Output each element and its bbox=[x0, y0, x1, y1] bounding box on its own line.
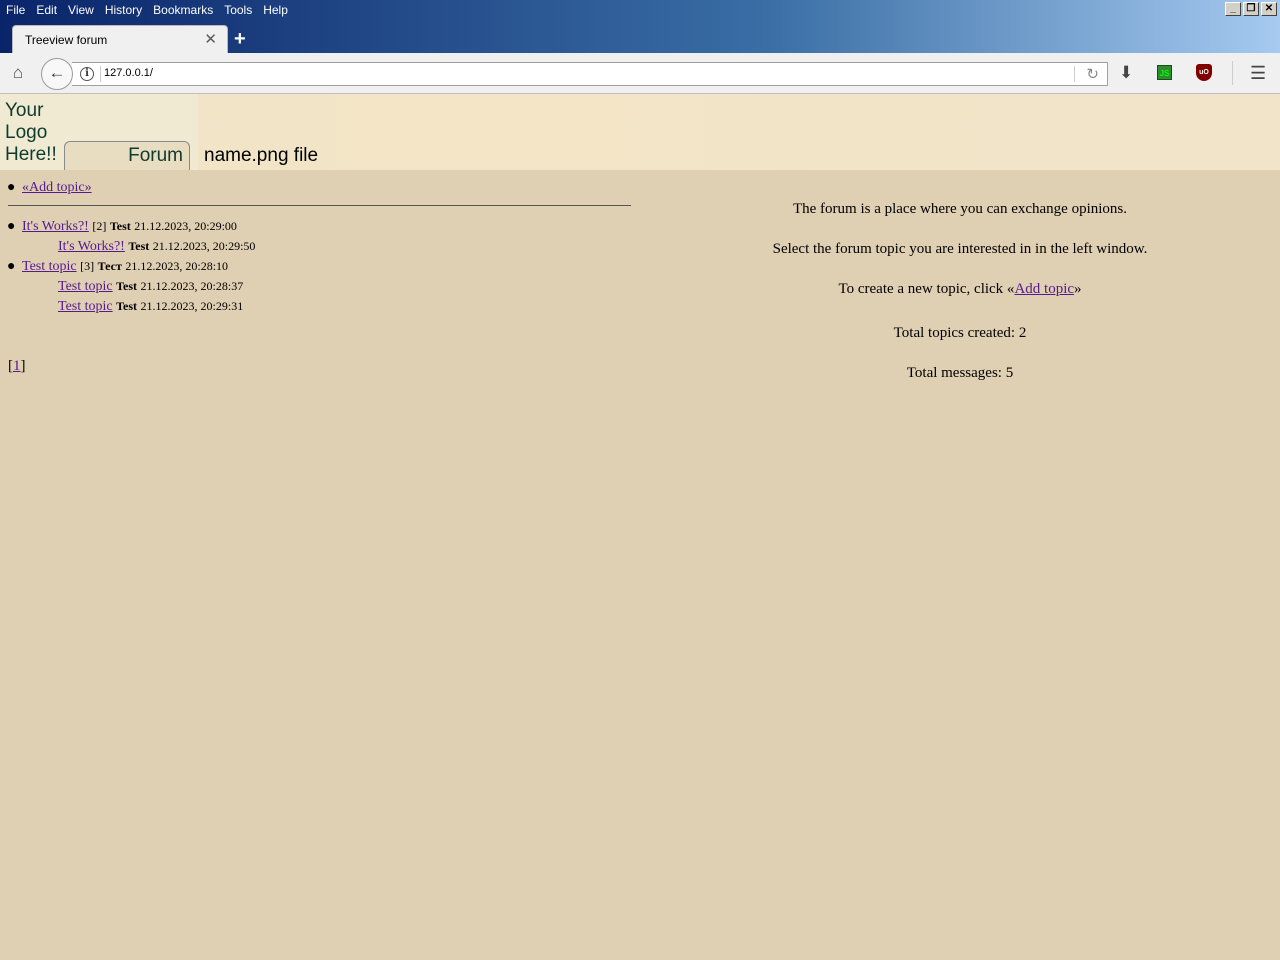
reply-date: 21.12.2023, 20:29:31 bbox=[140, 299, 244, 313]
nav-bar: ⌂ i ↻ ← bbox=[0, 53, 1280, 94]
total-topics: Total topics created: 2 bbox=[893, 325, 1027, 341]
url-separator-right bbox=[1074, 66, 1075, 82]
close-window-icon[interactable]: ✕ bbox=[1261, 2, 1277, 16]
divider bbox=[8, 205, 631, 206]
new-tab-icon[interactable]: + bbox=[234, 28, 246, 51]
menu-help[interactable]: Help bbox=[257, 0, 293, 20]
info-icon[interactable]: i bbox=[80, 67, 94, 81]
info-line-3: To create a new topic, click «Add topic» bbox=[640, 281, 1280, 298]
topic-author: Test bbox=[109, 219, 131, 233]
topic-count: [2] bbox=[92, 219, 107, 233]
home-icon[interactable]: ⌂ bbox=[8, 63, 28, 83]
add-topic-link[interactable]: «Add topic» bbox=[22, 180, 92, 195]
tab-close-icon[interactable]: ✕ bbox=[204, 30, 217, 48]
topic-link[interactable]: It's Works?! bbox=[22, 219, 89, 234]
menu-bookmarks[interactable]: Bookmarks bbox=[147, 0, 218, 20]
window-controls: _ ❐ ✕ bbox=[1225, 2, 1277, 16]
list-item: It's Works?! Test 21.12.2023, 20:29:50 bbox=[58, 239, 255, 255]
info-line-2: Select the forum topic you are intereste… bbox=[772, 241, 1148, 257]
minimize-icon[interactable]: _ bbox=[1225, 2, 1241, 16]
topic-date: 21.12.2023, 20:29:00 bbox=[134, 219, 237, 233]
forum-tab-label: Forum bbox=[128, 145, 183, 166]
reply-author: Test bbox=[116, 279, 138, 293]
url-bar[interactable]: i ↻ bbox=[72, 62, 1108, 86]
download-icon[interactable]: ⬇ bbox=[1119, 63, 1133, 83]
menu-bar: File Edit View History Bookmarks Tools H… bbox=[0, 0, 293, 20]
list-item: Test topic Test 21.12.2023, 20:29:31 bbox=[58, 299, 243, 315]
tab-title: Treeview forum bbox=[25, 33, 108, 47]
menu-history[interactable]: History bbox=[99, 0, 147, 20]
forum-tab[interactable]: Forum bbox=[64, 141, 190, 170]
total-messages: Total messages: 5 bbox=[906, 365, 1014, 381]
menu-view[interactable]: View bbox=[62, 0, 99, 20]
reply-author: Test bbox=[128, 239, 150, 253]
page-link[interactable]: 1 bbox=[13, 358, 21, 374]
reply-date: 21.12.2023, 20:28:37 bbox=[140, 279, 244, 293]
topic-date: 21.12.2023, 20:28:10 bbox=[125, 259, 229, 273]
bullet-icon: ● bbox=[7, 219, 16, 234]
topic-tree-pane: ● «Add topic» ● It's Works?! [2] Test 21.1… bbox=[0, 170, 640, 960]
page-title: name.png file bbox=[204, 145, 319, 166]
js-extension-icon[interactable]: JS bbox=[1157, 65, 1172, 80]
list-item: ● It's Works?! [2] Test 21.12.2023, 20:29… bbox=[7, 219, 237, 235]
menu-file[interactable]: File bbox=[0, 0, 30, 20]
logo-text: Your Logo Here!! bbox=[5, 100, 57, 165]
bullet-icon: ● bbox=[7, 180, 16, 195]
topic-link[interactable]: Test topic bbox=[22, 259, 77, 274]
list-item: Test topic Test 21.12.2023, 20:28:37 bbox=[58, 279, 243, 295]
bullet-icon: ● bbox=[7, 259, 16, 274]
topic-count: [3] bbox=[80, 259, 95, 273]
topic-author: Тест bbox=[97, 259, 122, 273]
pager-close: ] bbox=[20, 358, 26, 374]
add-topic-inline-link[interactable]: Add topic bbox=[1014, 281, 1074, 297]
reply-link[interactable]: It's Works?! bbox=[58, 239, 125, 254]
back-icon[interactable]: ← bbox=[41, 58, 73, 90]
toolbar-separator bbox=[1232, 61, 1233, 85]
page-header: Your Logo Here!! Forum name.png file bbox=[0, 94, 1280, 170]
info-line-3-prefix: To create a new topic, click « bbox=[838, 281, 1015, 297]
hamburger-menu-icon[interactable]: ☰ bbox=[1250, 63, 1266, 84]
reply-link[interactable]: Test topic bbox=[58, 299, 113, 314]
info-line-1: The forum is a place where you can excha… bbox=[792, 201, 1128, 217]
browser-tab[interactable]: Treeview forum ✕ bbox=[12, 25, 228, 53]
reload-icon[interactable]: ↻ bbox=[1086, 65, 1099, 83]
url-separator bbox=[100, 66, 101, 82]
list-item: ● Test topic [3] Тест 21.12.2023, 20:28:1… bbox=[7, 259, 228, 275]
pagination: [1] bbox=[8, 358, 26, 375]
ublock-extension-icon[interactable]: uO bbox=[1196, 64, 1212, 81]
menu-edit[interactable]: Edit bbox=[30, 0, 62, 20]
menu-tools[interactable]: Tools bbox=[218, 0, 257, 20]
title-bar: File Edit View History Bookmarks Tools H… bbox=[0, 0, 1280, 53]
info-pane: The forum is a place where you can excha… bbox=[640, 170, 1280, 470]
reply-author: Test bbox=[116, 299, 138, 313]
reply-link[interactable]: Test topic bbox=[58, 279, 113, 294]
restore-icon[interactable]: ❐ bbox=[1243, 2, 1259, 16]
reply-date: 21.12.2023, 20:29:50 bbox=[152, 239, 256, 253]
info-line-3-suffix: » bbox=[1074, 281, 1082, 297]
url-input[interactable] bbox=[104, 67, 1004, 79]
add-topic-item: ● «Add topic» bbox=[7, 180, 92, 196]
